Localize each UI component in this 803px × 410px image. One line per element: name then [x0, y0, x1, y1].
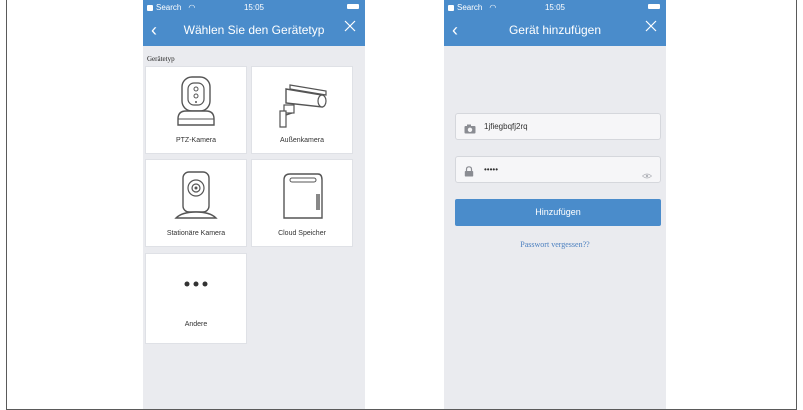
device-id-field[interactable]	[455, 113, 661, 140]
device-type-label: PTZ-Kamera	[175, 137, 217, 144]
page-title: Gerät hinzufügen	[508, 23, 602, 37]
forgot-password-link[interactable]: Passwort vergessen??	[444, 240, 666, 249]
outdoor-camera-icon	[252, 75, 352, 131]
device-type-outdoor-camera[interactable]: Außenkamera	[251, 66, 353, 154]
password-field[interactable]: •••••	[455, 156, 661, 183]
cloud-storage-icon	[252, 168, 352, 224]
device-type-label: Cloud Speicher	[278, 230, 326, 237]
nav-bar: ‹ Gerät hinzufügen	[444, 15, 666, 46]
fixed-camera-icon	[146, 168, 246, 224]
page-frame	[6, 0, 797, 410]
status-time: 15:05	[243, 3, 265, 12]
ptz-camera-icon	[146, 75, 246, 131]
more-icon	[146, 274, 246, 294]
chevron-left-icon[interactable]: ‹	[151, 20, 157, 40]
close-icon[interactable]	[644, 19, 658, 38]
add-button[interactable]: Hinzufügen	[455, 199, 661, 226]
device-type-other[interactable]: Andere	[145, 253, 247, 344]
status-time: 15:05	[544, 3, 566, 12]
device-type-fixed-camera[interactable]: Stationäre Kamera	[145, 159, 247, 247]
device-type-cloud-storage[interactable]: Cloud Speicher	[251, 159, 353, 247]
section-label: Gerätetyp	[147, 55, 175, 63]
close-icon[interactable]	[343, 19, 357, 38]
device-type-label: Außenkamera	[280, 137, 324, 144]
device-id-input[interactable]	[484, 122, 634, 131]
page-title: Wählen Sie den Gerätetyp	[183, 23, 325, 37]
device-type-screen: Search ◠ 15:05 ‹ Wählen Sie den Gerätety…	[143, 0, 365, 409]
device-type-label: Stationäre Kamera	[166, 230, 226, 237]
nav-bar: ‹ Wählen Sie den Gerätetyp	[143, 15, 365, 46]
lock-icon	[464, 164, 474, 182]
device-type-ptz-camera[interactable]: PTZ-Kamera	[145, 66, 247, 154]
chevron-left-icon[interactable]: ‹	[452, 20, 458, 40]
status-bar: Search ◠ 15:05	[444, 0, 666, 15]
battery-icon	[347, 4, 359, 9]
status-bar: Search ◠ 15:05	[143, 0, 365, 15]
device-type-label: Andere	[184, 321, 208, 328]
eye-icon[interactable]	[641, 166, 653, 184]
add-device-screen: Search ◠ 15:05 ‹ Gerät hinzufügen 1jfieg…	[444, 0, 666, 409]
password-input[interactable]: •••••	[484, 165, 634, 174]
camera-icon	[464, 121, 476, 139]
battery-icon	[648, 4, 660, 9]
